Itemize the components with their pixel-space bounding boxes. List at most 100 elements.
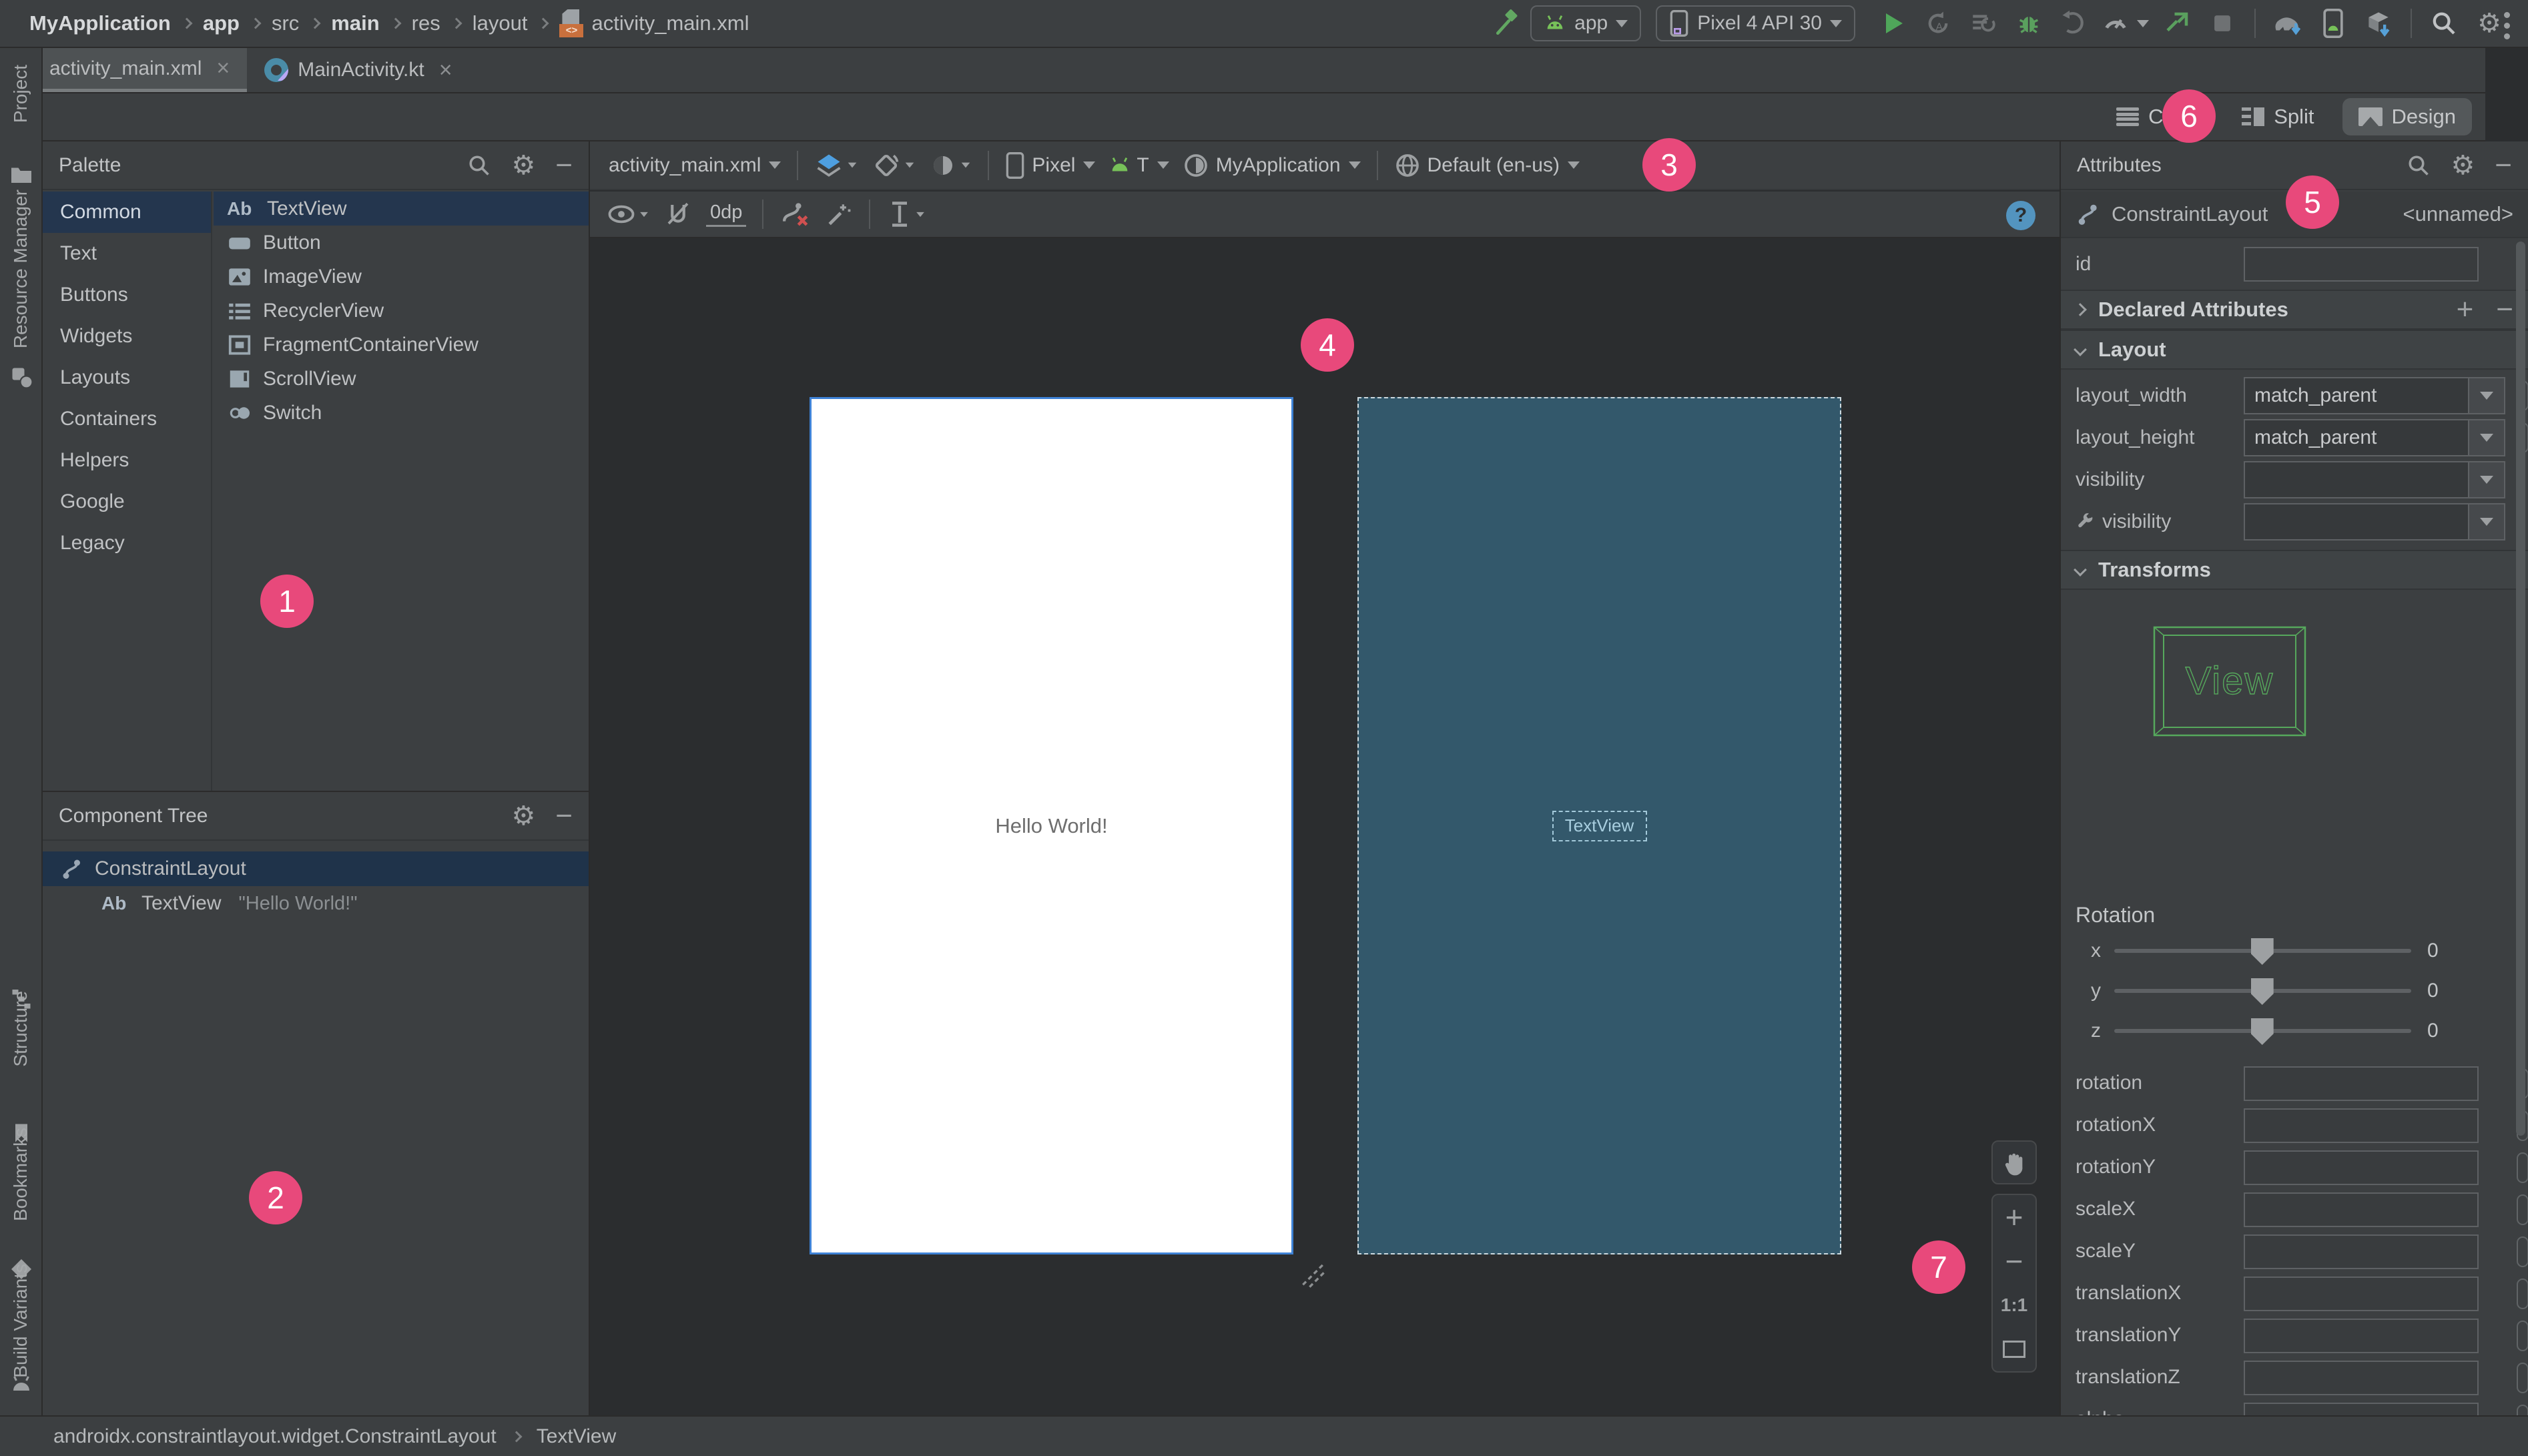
- hide-panel-icon[interactable]: −: [555, 801, 573, 831]
- design-surface[interactable]: Hello World! TextView + − 1:1: [590, 238, 2060, 1415]
- palette-item-textview[interactable]: Ab TextView: [214, 192, 589, 226]
- layout-height-combo[interactable]: match_parent: [2244, 419, 2505, 456]
- design-preview[interactable]: Hello World!: [810, 397, 1293, 1254]
- breadcrumb-res[interactable]: res: [412, 11, 440, 35]
- chevron-down-icon[interactable]: [2468, 420, 2504, 455]
- design-surface-selector[interactable]: [814, 151, 858, 180]
- chevron-down-icon[interactable]: [2468, 504, 2504, 539]
- gear-icon[interactable]: ⚙: [511, 152, 535, 179]
- scale-x-input[interactable]: [2244, 1192, 2479, 1227]
- transforms-section-header[interactable]: Transforms: [2061, 550, 2528, 590]
- declared-attributes-section[interactable]: Declared Attributes + −: [2061, 290, 2528, 330]
- slider-thumb[interactable]: [2250, 938, 2274, 965]
- palette-category-google[interactable]: Google: [43, 481, 211, 522]
- hide-panel-icon[interactable]: −: [2495, 150, 2512, 180]
- breadcrumb-layout[interactable]: layout: [472, 11, 528, 35]
- chevron-down-icon[interactable]: [2468, 462, 2504, 497]
- view-options-selector[interactable]: [606, 200, 650, 228]
- attach-debugger-icon[interactable]: [2160, 6, 2194, 41]
- zoom-to-fit-button[interactable]: [1993, 1327, 2035, 1371]
- palette-category-common[interactable]: Common: [43, 192, 211, 233]
- layout-width-combo[interactable]: match_parent: [2244, 377, 2505, 414]
- build-hammer-icon[interactable]: [1490, 6, 1525, 41]
- gear-icon[interactable]: ⚙: [2451, 152, 2475, 179]
- run-config-selector[interactable]: app: [1530, 5, 1642, 41]
- scale-x-toggle[interactable]: [2517, 1194, 2528, 1225]
- chevron-down-icon[interactable]: [2468, 378, 2504, 413]
- tool-window-resource-manager[interactable]: Resource Manager: [10, 190, 31, 348]
- breadcrumb-src[interactable]: src: [272, 11, 299, 35]
- slider-thumb[interactable]: [2250, 1018, 2274, 1045]
- run-button[interactable]: [1875, 6, 1910, 41]
- resize-handle[interactable]: [1294, 1256, 1327, 1289]
- breadcrumb-project[interactable]: MyApplication: [29, 11, 171, 35]
- palette-item-fragmentcontainerview[interactable]: FragmentContainerView: [214, 328, 589, 362]
- night-mode-selector[interactable]: [929, 151, 972, 179]
- search-icon[interactable]: [2427, 6, 2461, 41]
- rotation-y-input[interactable]: [2244, 1150, 2479, 1185]
- rotation-x-slider[interactable]: [2114, 938, 2411, 965]
- device-selector[interactable]: Pixel 4 API 30: [1656, 5, 1855, 41]
- gradle-sync-icon[interactable]: [2270, 6, 2305, 41]
- help-icon[interactable]: ?: [2006, 201, 2035, 230]
- translation-z-toggle[interactable]: [2517, 1363, 2528, 1393]
- profiler-icon[interactable]: [2102, 6, 2149, 41]
- tool-window-bookmarks[interactable]: Bookmarks: [10, 1128, 31, 1221]
- mode-design-button[interactable]: Design: [2342, 98, 2472, 135]
- resource-manager-icon[interactable]: [9, 365, 33, 389]
- layout-file-selector[interactable]: activity_main.xml: [609, 154, 781, 177]
- palette-category-widgets[interactable]: Widgets: [43, 316, 211, 357]
- device-for-preview-selector[interactable]: Pixel: [1005, 151, 1096, 179]
- rotation-input[interactable]: [2244, 1066, 2479, 1101]
- default-margin-selector[interactable]: 0dp: [706, 202, 747, 227]
- remove-attribute-icon[interactable]: −: [2496, 295, 2513, 324]
- breadcrumb-app[interactable]: app: [203, 11, 240, 35]
- breadcrumb-main[interactable]: main: [331, 11, 379, 35]
- scale-y-toggle[interactable]: [2517, 1236, 2528, 1267]
- palette-item-recyclerview[interactable]: RecyclerView: [214, 294, 589, 328]
- close-icon[interactable]: ×: [216, 55, 230, 81]
- palette-item-imageview[interactable]: ImageView: [214, 260, 589, 294]
- rotation-y-slider[interactable]: [2114, 978, 2411, 1005]
- api-version-selector[interactable]: T: [1109, 154, 1169, 177]
- close-icon[interactable]: ×: [439, 57, 452, 83]
- slider-thumb[interactable]: [2250, 978, 2274, 1005]
- layout-section-header[interactable]: Layout: [2061, 330, 2528, 370]
- palette-item-switch[interactable]: Switch: [214, 396, 589, 430]
- scale-y-input[interactable]: [2244, 1234, 2479, 1269]
- theme-selector[interactable]: MyApplication: [1183, 152, 1361, 179]
- tool-window-project[interactable]: Project: [10, 65, 31, 123]
- breadcrumb-file[interactable]: activity_main.xml: [591, 11, 749, 35]
- tool-window-structure[interactable]: Structure: [10, 991, 31, 1067]
- device-manager-icon[interactable]: [2316, 6, 2350, 41]
- add-attribute-icon[interactable]: +: [2457, 293, 2474, 326]
- search-icon[interactable]: [467, 153, 491, 177]
- debug-button[interactable]: [2011, 6, 2046, 41]
- tools-visibility-combo[interactable]: [2244, 503, 2505, 540]
- orientation-selector[interactable]: [872, 151, 916, 180]
- blueprint-textview[interactable]: TextView: [1552, 810, 1647, 841]
- rotation-y-toggle[interactable]: [2517, 1152, 2528, 1183]
- visibility-combo[interactable]: [2244, 461, 2505, 498]
- zoom-reset-button[interactable]: 1:1: [1993, 1283, 2035, 1327]
- palette-category-helpers[interactable]: Helpers: [43, 440, 211, 481]
- hello-world-text[interactable]: Hello World!: [812, 814, 1291, 838]
- tab-options-kebab-icon[interactable]: [2504, 12, 2511, 44]
- id-input[interactable]: [2244, 247, 2479, 282]
- tool-window-build-variants[interactable]: Build Variants: [10, 1264, 31, 1378]
- tree-item-constraintlayout[interactable]: ConstraintLayout: [43, 851, 589, 886]
- translation-y-input[interactable]: [2244, 1319, 2479, 1353]
- gear-icon[interactable]: ⚙: [511, 803, 535, 829]
- status-breadcrumb-selection[interactable]: TextView: [537, 1425, 617, 1448]
- alpha-input[interactable]: [2244, 1403, 2479, 1415]
- palette-item-scrollview[interactable]: ScrollView: [214, 362, 589, 396]
- palette-category-text[interactable]: Text: [43, 233, 211, 274]
- project-folder-icon[interactable]: [9, 163, 33, 187]
- autoconnect-toggle[interactable]: [663, 200, 693, 228]
- translation-x-input[interactable]: [2244, 1277, 2479, 1311]
- rotation-x-input[interactable]: [2244, 1108, 2479, 1143]
- sdk-manager-icon[interactable]: [2361, 6, 2396, 41]
- search-icon[interactable]: [2407, 153, 2431, 177]
- rotation-z-slider[interactable]: [2114, 1018, 2411, 1045]
- translation-y-toggle[interactable]: [2517, 1321, 2528, 1351]
